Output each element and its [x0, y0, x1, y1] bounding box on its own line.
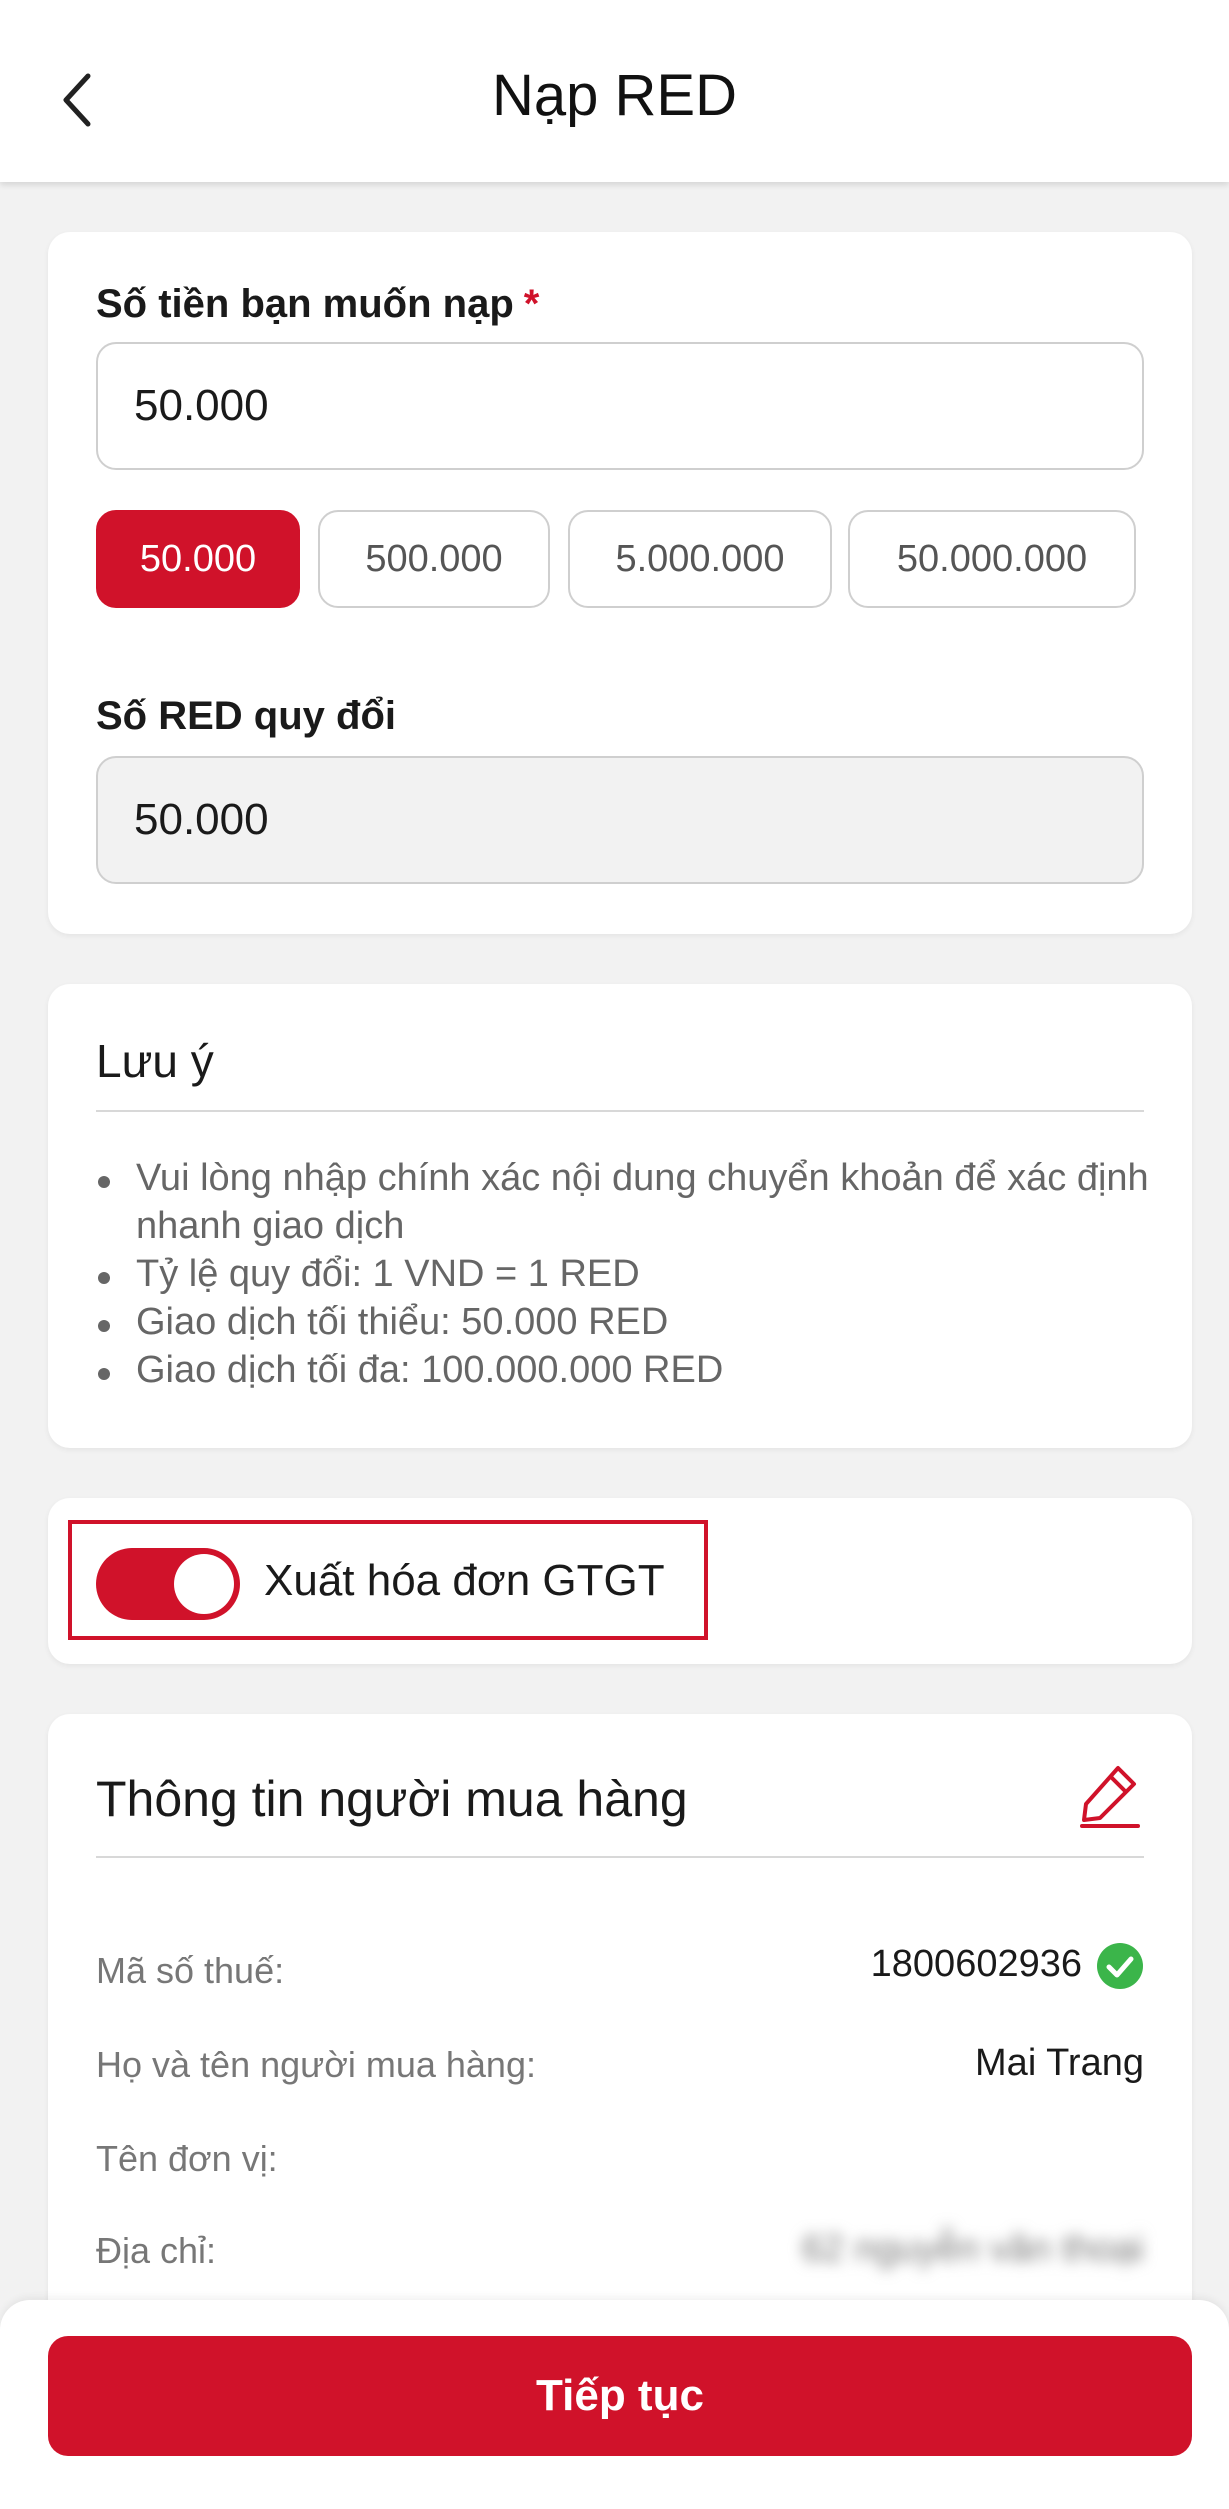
buyer-name-label: Họ và tên người mua hàng: [96, 2044, 536, 2085]
invoice-toggle[interactable] [96, 1548, 240, 1620]
page-title: Nạp RED [492, 63, 737, 128]
tax-code-label: Mã số thuế: [96, 1950, 285, 1991]
toggle-knob [174, 1554, 234, 1614]
amount-card: Số tiền bạn muốn nạp * 50.000 50.000 500.… [48, 232, 1192, 934]
amount-input[interactable]: 50.000 [96, 342, 1144, 470]
quick-amount-chip[interactable]: 50.000 [96, 510, 300, 608]
buyer-name-value: Mai Trang [975, 2042, 1144, 2084]
notes-card: Lưu ý Vui lòng nhập chính xác nội dung c… [48, 984, 1192, 1448]
quick-amount-chip[interactable]: 50.000.000 [848, 510, 1136, 608]
tax-code-value: 1800602936 [871, 1942, 1144, 1990]
amount-label: Số tiền bạn muốn nạp * [96, 282, 540, 326]
notes-divider [96, 1110, 1144, 1112]
invoice-toggle-label: Xuất hóa đơn GTGT [264, 1556, 665, 1605]
required-mark: * [523, 282, 540, 326]
continue-button[interactable]: Tiếp tục [48, 2336, 1192, 2456]
red-value: 50.000 [134, 795, 269, 844]
notes-list: Vui lòng nhập chính xác nội dung chuyển … [98, 1154, 1158, 1394]
bottom-action-bar: Tiếp tục [0, 2300, 1229, 2509]
red-label: Số RED quy đổi [96, 694, 396, 738]
note-item: Tỷ lệ quy đổi: 1 VND = 1 RED [98, 1250, 1158, 1298]
invoice-card: Xuất hóa đơn GTGT [48, 1498, 1192, 1664]
amount-input-value: 50.000 [134, 381, 269, 430]
address-value: 62 nguyễn văn thoại [801, 2228, 1144, 2270]
check-circle-icon [1097, 1943, 1143, 1989]
buyer-divider [96, 1856, 1144, 1858]
quick-amount-chip[interactable]: 500.000 [318, 510, 550, 608]
edit-buyer-button[interactable] [1078, 1760, 1142, 1830]
note-item: Vui lòng nhập chính xác nội dung chuyển … [98, 1154, 1158, 1250]
quick-amount-chip[interactable]: 5.000.000 [568, 510, 832, 608]
note-item: Giao dịch tối đa: 100.000.000 RED [98, 1346, 1158, 1394]
notes-title: Lưu ý [96, 1035, 214, 1087]
note-item: Giao dịch tối thiểu: 50.000 RED [98, 1298, 1158, 1346]
company-name-label: Tên đơn vị: [96, 2138, 278, 2179]
address-label: Địa chỉ: [96, 2230, 217, 2271]
app-header: Nạp RED [0, 0, 1229, 182]
pencil-icon [1080, 1766, 1140, 1828]
buyer-info-title: Thông tin người mua hàng [96, 1771, 688, 1827]
red-value-field: 50.000 [96, 756, 1144, 884]
